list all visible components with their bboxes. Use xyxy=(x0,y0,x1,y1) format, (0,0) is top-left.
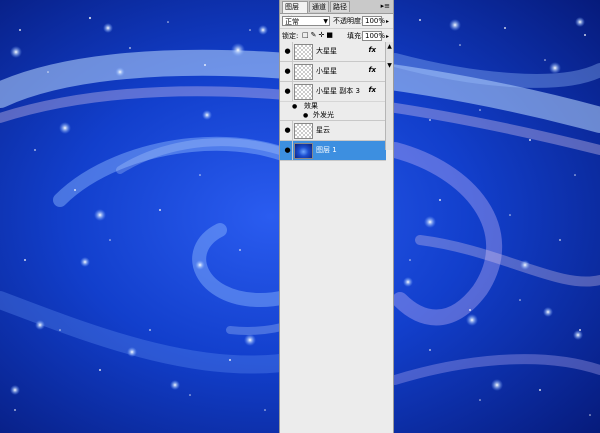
fx-icon[interactable]: fx xyxy=(368,66,376,74)
layer-row[interactable]: ● 星云 xyxy=(280,121,386,141)
opacity-label: 不透明度: xyxy=(333,17,364,25)
panel-menu-icon[interactable]: ▸≡ xyxy=(381,2,390,10)
fill-value: 100% xyxy=(365,32,386,40)
visibility-toggle[interactable]: ● xyxy=(281,141,293,160)
tab-layers[interactable]: 图层× xyxy=(282,1,308,22)
fx-icon[interactable]: fx xyxy=(368,86,376,94)
panel-tab-bar: 图层× 通道 路径 ▸≡ xyxy=(280,0,393,22)
eye-icon[interactable]: ● xyxy=(292,102,297,111)
tab-paths-label: 路径 xyxy=(333,3,347,11)
eye-icon: ● xyxy=(284,87,291,95)
scroll-up-icon[interactable]: ▲ xyxy=(386,43,393,50)
eye-icon[interactable]: ● xyxy=(303,111,308,120)
chevron-down-icon: ▼ xyxy=(323,18,328,25)
layer-thumbnail xyxy=(294,123,313,139)
effect-outer-glow-label: 外发光 xyxy=(313,111,334,119)
layers-panel: 图层× 通道 路径 ▸≡ 正常 ▼ 不透明度: 100% ▸ 锁定: □✎✛■ … xyxy=(279,0,394,433)
blend-mode-select[interactable]: 正常 ▼ xyxy=(282,16,330,26)
layer-thumbnail xyxy=(294,143,313,159)
fill-arrow-icon[interactable]: ▸ xyxy=(386,32,389,41)
layer-name: 大星星 xyxy=(316,47,337,55)
layer-thumbnail xyxy=(294,44,313,60)
eye-icon: ● xyxy=(284,47,291,55)
fill-label: 填充: xyxy=(347,32,364,40)
opacity-input[interactable]: 100% ▸ xyxy=(362,16,389,26)
visibility-toggle[interactable]: ● xyxy=(281,62,293,81)
tab-layers-label: 图层 xyxy=(285,3,299,11)
layer-thumbnail xyxy=(294,64,313,80)
opacity-value: 100% xyxy=(365,17,386,25)
blend-mode-value: 正常 xyxy=(285,18,299,26)
lock-image-icon[interactable]: ✎ xyxy=(311,31,319,39)
layer-name: 小星星 xyxy=(316,67,337,75)
blend-opacity-row: 正常 ▼ 不透明度: 100% ▸ xyxy=(280,14,393,29)
visibility-toggle[interactable]: ● xyxy=(281,82,293,101)
visibility-toggle[interactable]: ● xyxy=(281,42,293,61)
layer-list-scrollbar[interactable]: ▲ ▼ xyxy=(385,42,393,150)
tab-paths[interactable]: 路径 xyxy=(330,1,350,12)
lock-icons: □✎✛■ xyxy=(302,31,335,39)
layer-effect-item[interactable]: ● 外发光 xyxy=(280,111,386,121)
tab-channels[interactable]: 通道 xyxy=(309,1,329,12)
layer-row-selected[interactable]: ● 图层 1 xyxy=(280,141,386,161)
fill-input[interactable]: 100% ▸ xyxy=(362,31,389,41)
layer-effects-row[interactable]: ● 效果 xyxy=(280,101,386,111)
fx-icon[interactable]: fx xyxy=(368,46,376,54)
layer-name: 星云 xyxy=(316,126,330,134)
layer-name: 小星星 副本 3 xyxy=(316,87,360,95)
eye-icon: ● xyxy=(284,67,291,75)
layer-row[interactable]: ● 小星星 副本 3 fx xyxy=(280,82,386,101)
eye-icon: ● xyxy=(284,146,291,154)
lock-all-icon[interactable]: ■ xyxy=(326,31,335,39)
scroll-down-icon[interactable]: ▼ xyxy=(386,62,393,69)
effects-label: 效果 xyxy=(304,102,318,110)
lock-transparent-icon[interactable]: □ xyxy=(302,31,311,39)
layer-row[interactable]: ● 小星星 fx xyxy=(280,62,386,82)
visibility-toggle[interactable]: ● xyxy=(281,121,293,140)
opacity-arrow-icon[interactable]: ▸ xyxy=(386,17,389,26)
layer-row[interactable]: ● 大星星 fx xyxy=(280,42,386,62)
layer-thumbnail xyxy=(294,84,313,100)
eye-icon: ● xyxy=(284,126,291,134)
tab-channels-label: 通道 xyxy=(312,3,326,11)
layer-list: ● 大星星 fx ● 小星星 fx ● 小星星 副本 3 fx ● 效果 ● 外… xyxy=(280,42,386,161)
lock-label: 锁定: xyxy=(282,32,299,40)
layer-name: 图层 1 xyxy=(316,146,337,154)
